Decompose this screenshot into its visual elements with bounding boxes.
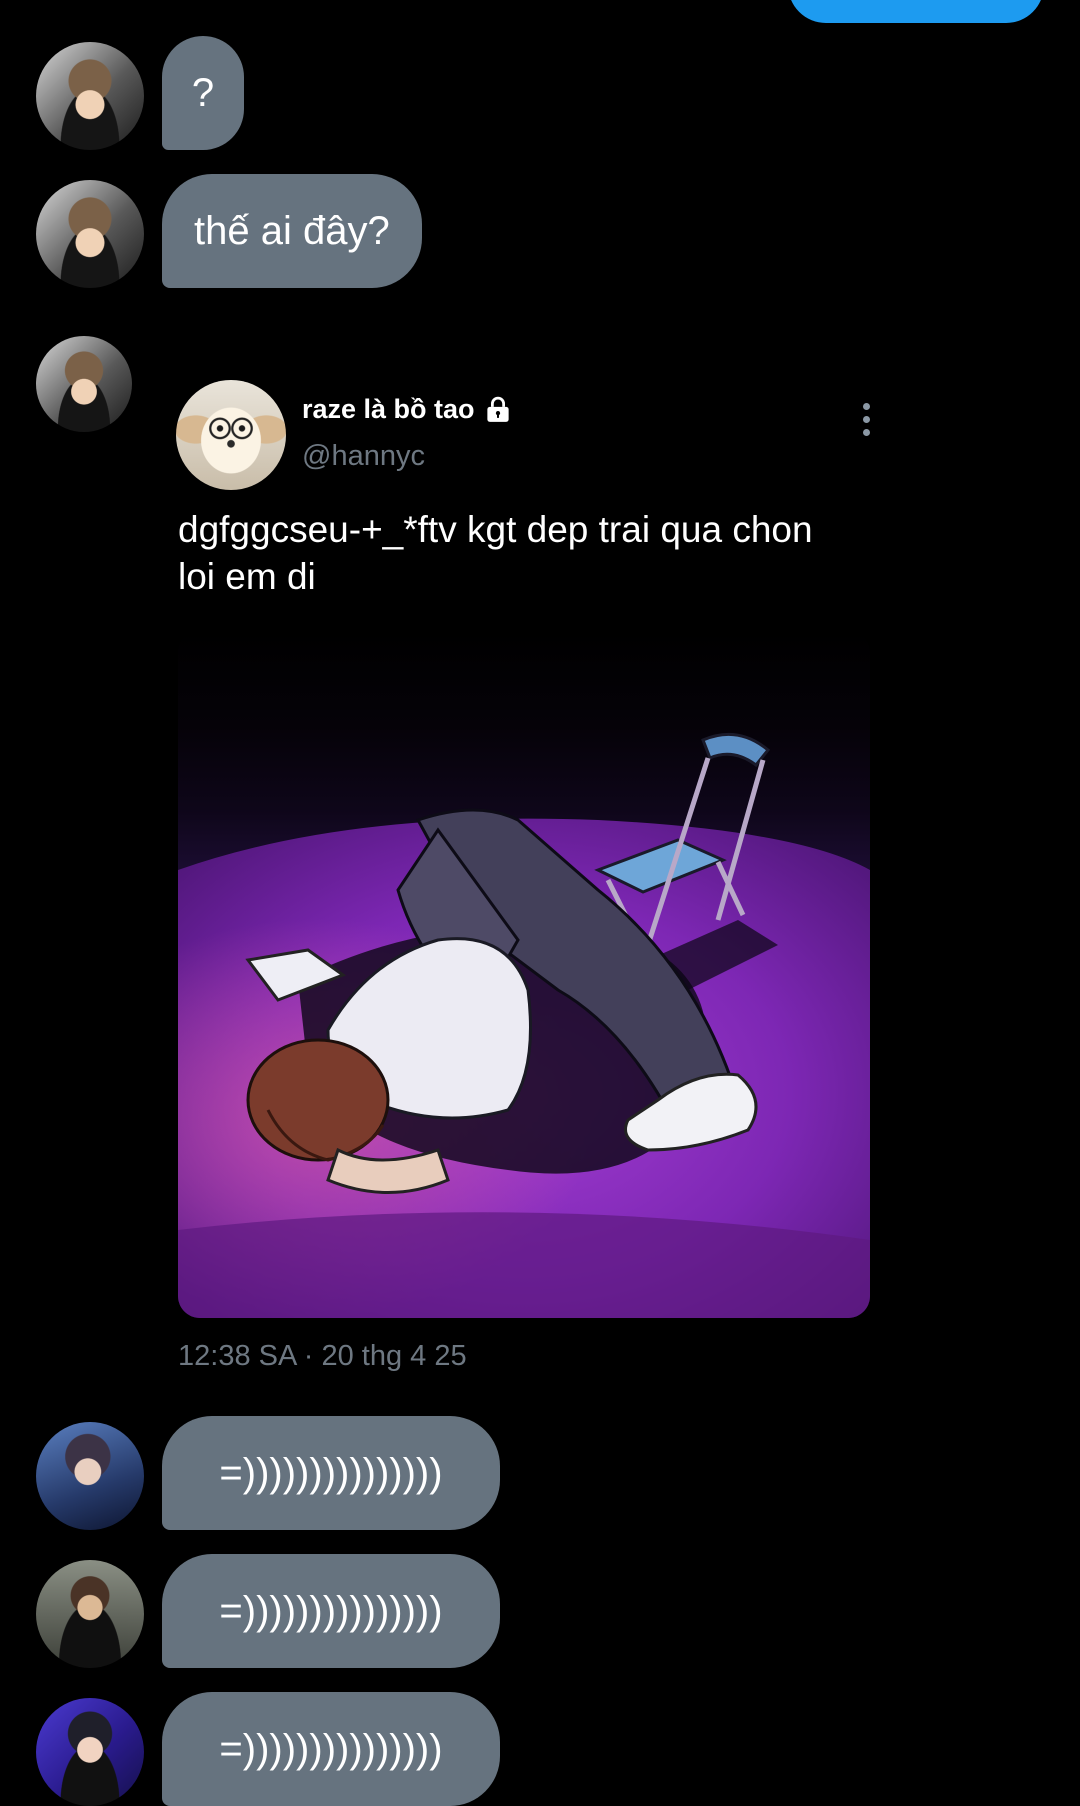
- message-bubble[interactable]: =))))))))))))))): [162, 1416, 500, 1530]
- tweet-handle[interactable]: @hannyc: [302, 440, 425, 473]
- more-vertical-icon[interactable]: [863, 400, 870, 439]
- avatar[interactable]: [36, 180, 144, 288]
- message-text: =))))))))))))))): [219, 1588, 443, 1633]
- message-text: ?: [191, 70, 215, 115]
- avatar[interactable]: [36, 336, 132, 432]
- message-bubble[interactable]: =))))))))))))))): [162, 1554, 500, 1668]
- tweet-text-line: loi em di: [178, 556, 316, 597]
- avatar[interactable]: [36, 1698, 144, 1806]
- avatar[interactable]: [36, 42, 144, 150]
- lock-icon: [486, 396, 509, 422]
- avatar[interactable]: [36, 1422, 144, 1530]
- tweet-text: dgfggcseu-+_*ftv kgt dep trai qua chon l…: [178, 506, 918, 600]
- avatar[interactable]: [36, 1560, 144, 1668]
- tweet-author-avatar[interactable]: [176, 380, 286, 490]
- message-text: =))))))))))))))): [219, 1726, 443, 1771]
- tweet-media-image[interactable]: [178, 630, 870, 1318]
- outgoing-message-bubble[interactable]: [788, 0, 1044, 23]
- tweet-text-line: dgfggcseu-+_*ftv kgt dep trai qua chon: [178, 509, 813, 550]
- tweet-timestamp: 12:38 SA · 20 thg 4 25: [178, 1340, 467, 1372]
- message-bubble[interactable]: ?: [162, 36, 244, 150]
- anime-illustration: [178, 732, 870, 1318]
- message-text: thế ai đây?: [194, 208, 390, 253]
- tweet-author-name[interactable]: raze là bồ tao: [302, 394, 513, 425]
- message-bubble[interactable]: thế ai đây?: [162, 174, 422, 288]
- tweet-display-name: raze là bồ tao: [302, 394, 475, 424]
- message-bubble[interactable]: =))))))))))))))): [162, 1692, 500, 1806]
- message-text: =))))))))))))))): [219, 1450, 443, 1495]
